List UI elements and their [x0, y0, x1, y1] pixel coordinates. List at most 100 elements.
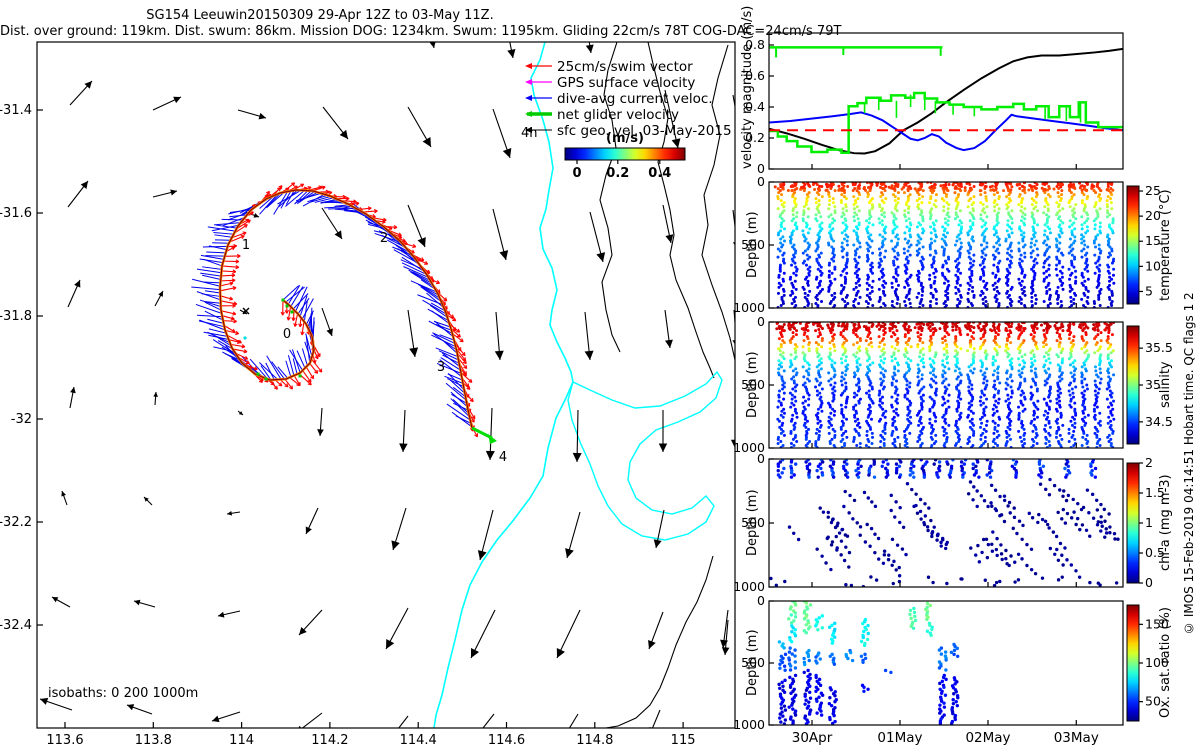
profile-dot — [934, 415, 938, 419]
profile-dot — [815, 297, 819, 301]
profile-dot — [865, 391, 869, 395]
geo-velocity-arrowhead — [472, 734, 480, 742]
profile-dot — [782, 261, 786, 265]
profile-dot — [905, 379, 909, 383]
chl-surface-dot — [1037, 462, 1042, 466]
profile-dot — [903, 429, 907, 433]
map-xtick-label: 114.2 — [311, 733, 348, 748]
profile-dot — [833, 435, 837, 439]
profile-dot — [967, 299, 971, 303]
profile-dot — [997, 291, 1001, 295]
profile-dot — [867, 217, 871, 221]
profile-dot — [814, 201, 818, 205]
profile-dot — [1035, 389, 1039, 393]
profile-dot — [933, 275, 937, 279]
profile-dot — [894, 279, 898, 283]
profile-dot — [1098, 411, 1102, 415]
legend-colorbar-tick-label: 0.4 — [648, 166, 671, 181]
chl-surface-dot — [961, 475, 965, 479]
profile-dot — [845, 339, 849, 343]
profile-dot — [789, 353, 793, 357]
chl-surface-dot — [867, 473, 871, 477]
profile-dot — [1048, 195, 1052, 199]
profile-dot — [944, 195, 948, 199]
chl-surface-dot — [804, 460, 808, 464]
profile-dot — [1030, 203, 1034, 207]
profile-dot — [782, 433, 786, 437]
profile-dot — [1080, 215, 1084, 219]
profile-dot — [777, 389, 781, 393]
profile-dot — [966, 205, 970, 209]
profile-dot — [1068, 393, 1072, 397]
profile-dot — [920, 326, 924, 330]
profile-dot — [946, 223, 950, 227]
profile-dot — [1010, 367, 1014, 371]
profile-dot — [884, 197, 888, 201]
profile-dot — [867, 186, 871, 190]
profile-dot — [1042, 328, 1046, 332]
profile-dot — [951, 183, 955, 187]
current-vector — [213, 232, 234, 235]
profile-dot — [942, 209, 946, 213]
profile-dot — [893, 195, 897, 199]
profile-dot — [1059, 199, 1063, 203]
profile-dot — [779, 439, 783, 443]
profile-dot — [820, 327, 824, 331]
profile-dot — [779, 345, 783, 349]
profile-dot — [980, 255, 984, 259]
profile-dot — [1043, 187, 1047, 191]
profile-dot — [981, 301, 985, 305]
chl-deep-dot — [1040, 517, 1045, 522]
profile-dot — [1082, 239, 1086, 243]
profile-dot — [1111, 273, 1115, 277]
profile-dot — [852, 207, 856, 211]
profile-dot — [878, 233, 882, 237]
profile-dot — [947, 367, 951, 371]
profile-dot — [903, 231, 907, 235]
profile-dot — [897, 349, 901, 353]
swim-vector-head — [307, 186, 312, 188]
profile-dot — [1043, 383, 1047, 387]
swim-vector-head — [291, 182, 295, 184]
profile-dot — [795, 211, 799, 215]
chl-surface-dot — [780, 471, 784, 475]
profile-dot — [778, 269, 782, 273]
profile-dot — [840, 215, 844, 219]
profile-dot — [994, 275, 998, 279]
profile-dot — [1048, 425, 1052, 429]
profile-dot — [786, 188, 790, 192]
profile-dot — [919, 237, 923, 241]
profile-dot — [1107, 287, 1111, 291]
profile-dot — [893, 367, 897, 371]
net-velocity-arrowhead — [488, 434, 497, 444]
profile-dot — [896, 283, 900, 287]
profile-dot — [1009, 227, 1013, 231]
profile-dot — [1042, 211, 1046, 215]
swim-vector-head — [303, 186, 308, 189]
profile-dot — [1072, 417, 1076, 421]
profile-dot — [1068, 205, 1072, 209]
profile-dot — [814, 213, 818, 217]
profile-dot — [851, 189, 855, 193]
profile-dot — [1080, 347, 1084, 351]
profile-dot — [945, 231, 949, 235]
profile-dot — [934, 328, 938, 332]
profile-dot — [789, 241, 793, 245]
profile-dot — [832, 345, 836, 349]
profile-dot — [816, 417, 820, 421]
profile-dot — [829, 213, 833, 217]
profile-dot — [845, 271, 849, 275]
profile-dot — [972, 337, 976, 341]
profile-dot — [1074, 293, 1078, 297]
chl-surface-dot — [859, 464, 863, 468]
profile-dot — [907, 229, 911, 233]
profile-dot — [795, 411, 799, 415]
profile-dot — [856, 417, 860, 421]
swim-vector-head — [465, 365, 468, 369]
profile-dot — [944, 221, 948, 225]
profile-dot — [1098, 367, 1102, 371]
profile-dot — [1110, 261, 1114, 265]
profile-dot — [1007, 193, 1011, 197]
profile-dot — [1007, 324, 1011, 328]
profile-dot — [883, 303, 887, 307]
